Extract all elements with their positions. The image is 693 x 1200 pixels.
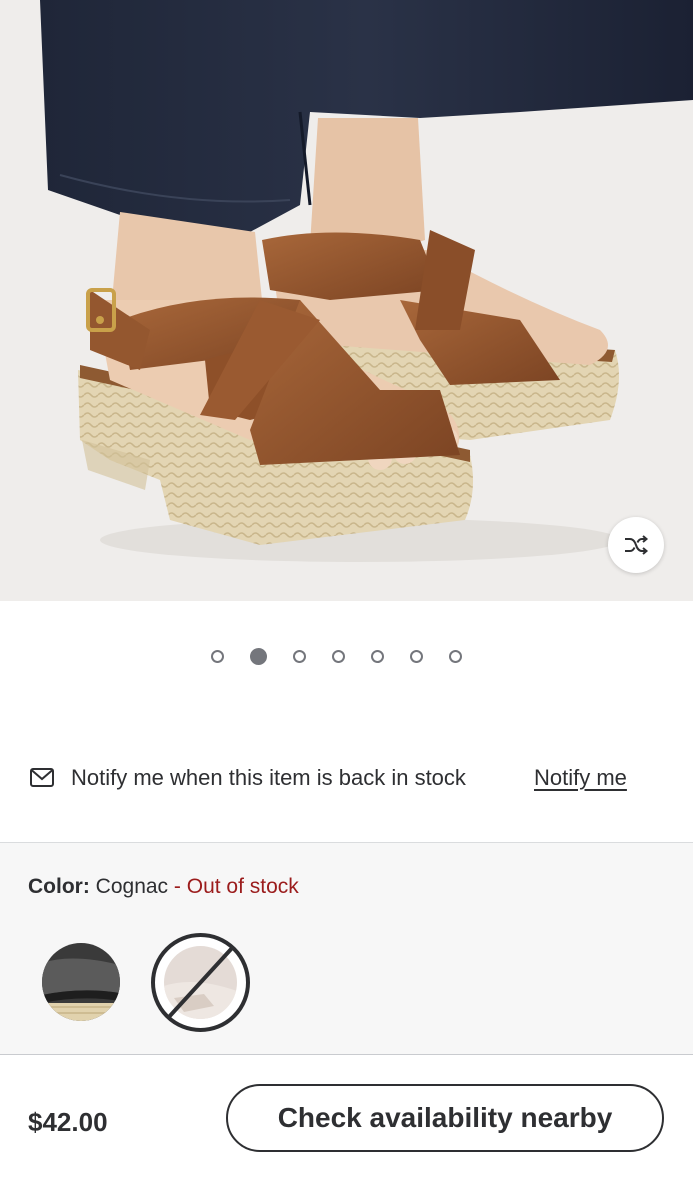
carousel-dot[interactable]	[371, 650, 384, 663]
swatch-cognac[interactable]	[151, 933, 250, 1032]
notify-row: Notify me when this item is back in stoc…	[0, 752, 693, 804]
carousel-dots	[211, 648, 462, 667]
color-label: Color: Cognac - Out of stock	[28, 875, 299, 899]
notify-message: Notify me when this item is back in stoc…	[71, 765, 466, 790]
unavailable-slash-icon	[166, 945, 235, 1020]
carousel-dot[interactable]	[211, 650, 224, 663]
shuffle-button[interactable]	[608, 517, 664, 573]
mail-icon	[30, 768, 54, 787]
carousel-dot[interactable]	[250, 648, 267, 665]
carousel-dot[interactable]	[293, 650, 306, 663]
color-value: Cognac	[95, 875, 169, 898]
shuffle-icon	[625, 535, 649, 555]
color-section: Color: Cognac - Out of stock	[0, 842, 693, 1054]
check-availability-button[interactable]: Check availability nearby	[226, 1084, 664, 1152]
color-key: Color:	[28, 875, 90, 898]
carousel-dot[interactable]	[449, 650, 462, 663]
product-image[interactable]	[0, 0, 693, 601]
swatch-black[interactable]	[42, 943, 120, 1021]
notify-me-link[interactable]: Notify me	[534, 765, 627, 791]
carousel-dot[interactable]	[332, 650, 345, 663]
carousel-dot[interactable]	[410, 650, 423, 663]
stock-status: - Out of stock	[173, 875, 299, 898]
sandal-photo	[40, 0, 693, 562]
bottom-bar: $42.00 Check availability nearby	[0, 1054, 693, 1200]
price: $42.00	[28, 1107, 108, 1137]
